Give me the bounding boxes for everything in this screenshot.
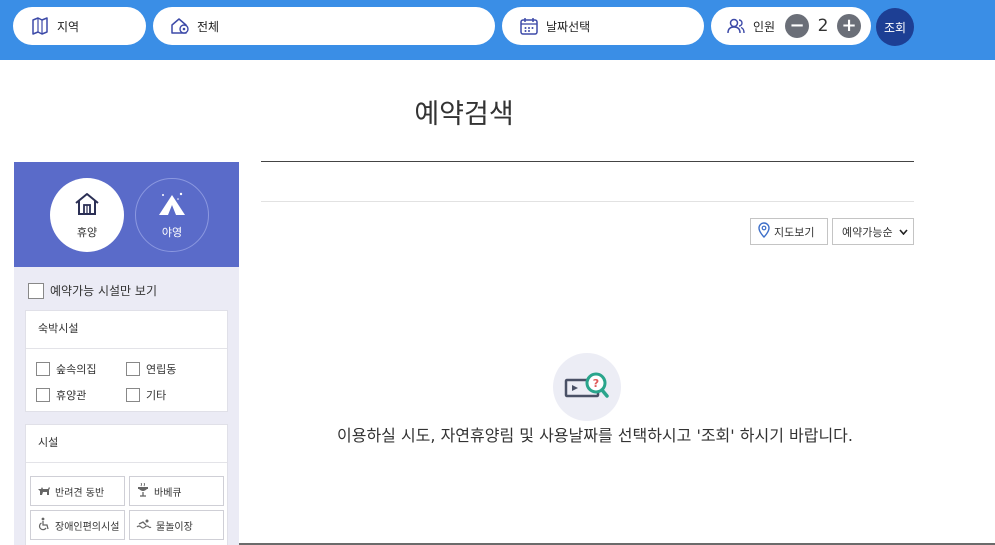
region-label: 지역: [57, 19, 80, 34]
lodging-option-rest-hall[interactable]: 휴양관: [36, 387, 86, 403]
chevron-down-icon: [899, 225, 908, 238]
facility-water-play-button[interactable]: 물놀이장: [129, 510, 224, 540]
people-selector: 인원 − 2 +: [711, 7, 871, 45]
dog-icon: [37, 484, 55, 499]
house-icon: [73, 191, 101, 224]
checkbox[interactable]: [126, 388, 140, 402]
header-divider: [261, 161, 914, 162]
swim-icon: [136, 518, 156, 533]
sort-selected-value: 예약가능순: [842, 225, 893, 239]
facility-label: 장애인편의시설: [55, 521, 120, 533]
category-rest-button[interactable]: 휴양: [50, 178, 124, 252]
people-label: 인원: [753, 19, 776, 34]
top-search-bar: 지역 전체 날짜선택 인원 − 2 + 조회: [0, 0, 995, 60]
facility-bbq-button[interactable]: 바베큐: [129, 476, 224, 506]
option-label: 연립동: [146, 363, 177, 376]
facility-label: 반려견 동반: [55, 487, 105, 499]
decrease-people-button[interactable]: −: [785, 14, 810, 38]
forest-selector[interactable]: 전체: [153, 7, 495, 45]
lodging-panel: 숙박시설 숲속의집 연립동 휴양관 기타: [25, 310, 228, 412]
category-rest-label: 휴양: [76, 225, 98, 239]
facility-pet-button[interactable]: 반려견 동반: [30, 476, 125, 506]
lodging-title: 숙박시설: [26, 311, 227, 349]
option-label: 숲속의집: [56, 363, 97, 376]
sort-select[interactable]: 예약가능순: [832, 218, 914, 245]
map-view-label: 지도보기: [774, 225, 815, 239]
toolbar-divider: [261, 201, 914, 202]
lodging-option-forest-house[interactable]: 숲속의집: [36, 361, 96, 377]
facility-label: 바베큐: [154, 487, 182, 499]
tent-icon: [157, 191, 187, 224]
home-pin-icon: [169, 15, 191, 37]
option-label: 휴양관: [56, 389, 87, 402]
facility-title: 시설: [26, 425, 227, 463]
page-title: 예약검색: [414, 99, 514, 130]
category-camp-label: 야영: [161, 225, 183, 239]
grill-icon: [136, 482, 154, 500]
wheelchair-icon: [37, 517, 55, 534]
forest-label: 전체: [197, 19, 220, 34]
empty-search-icon: ?: [553, 353, 621, 421]
map-region-icon: [29, 15, 51, 37]
people-icon: [725, 15, 747, 37]
people-count: 2: [817, 16, 829, 36]
checkbox[interactable]: [36, 362, 50, 376]
category-header: 휴양 야영: [14, 162, 239, 267]
search-button[interactable]: 조회: [876, 8, 914, 46]
filter-sidebar: 휴양 야영 예약가능 시설만 보기 숙박시설 숲속의집 연립동 휴양관 기타 시…: [14, 162, 239, 545]
facility-label: 물놀이장: [156, 521, 193, 533]
location-pin-icon: [757, 222, 774, 241]
lodging-option-row-house[interactable]: 연립동: [126, 361, 176, 377]
date-label: 날짜선택: [546, 19, 591, 34]
date-selector[interactable]: 날짜선택: [502, 7, 704, 45]
available-only-box[interactable]: [28, 282, 44, 299]
checkbox[interactable]: [126, 362, 140, 376]
category-camp-button[interactable]: 야영: [135, 178, 209, 252]
facility-accessible-button[interactable]: 장애인편의시설: [30, 510, 125, 540]
region-selector[interactable]: 지역: [13, 7, 146, 45]
svg-text:?: ?: [593, 377, 599, 390]
option-label: 기타: [146, 389, 167, 402]
empty-state-message: 이용하실 시도, 자연휴양림 및 사용날짜를 선택하시고 '조회' 하시기 바랍…: [337, 426, 853, 445]
checkbox[interactable]: [36, 388, 50, 402]
available-only-label: 예약가능 시설만 보기: [50, 284, 157, 298]
map-view-button[interactable]: 지도보기: [750, 218, 828, 245]
available-only-checkbox[interactable]: 예약가능 시설만 보기: [28, 282, 157, 299]
calendar-icon: [518, 15, 540, 37]
increase-people-button[interactable]: +: [837, 14, 862, 38]
facility-panel: 시설 반려견 동반 바베큐 장애인편의시설 물놀이장: [25, 424, 228, 545]
lodging-option-other[interactable]: 기타: [126, 387, 166, 403]
